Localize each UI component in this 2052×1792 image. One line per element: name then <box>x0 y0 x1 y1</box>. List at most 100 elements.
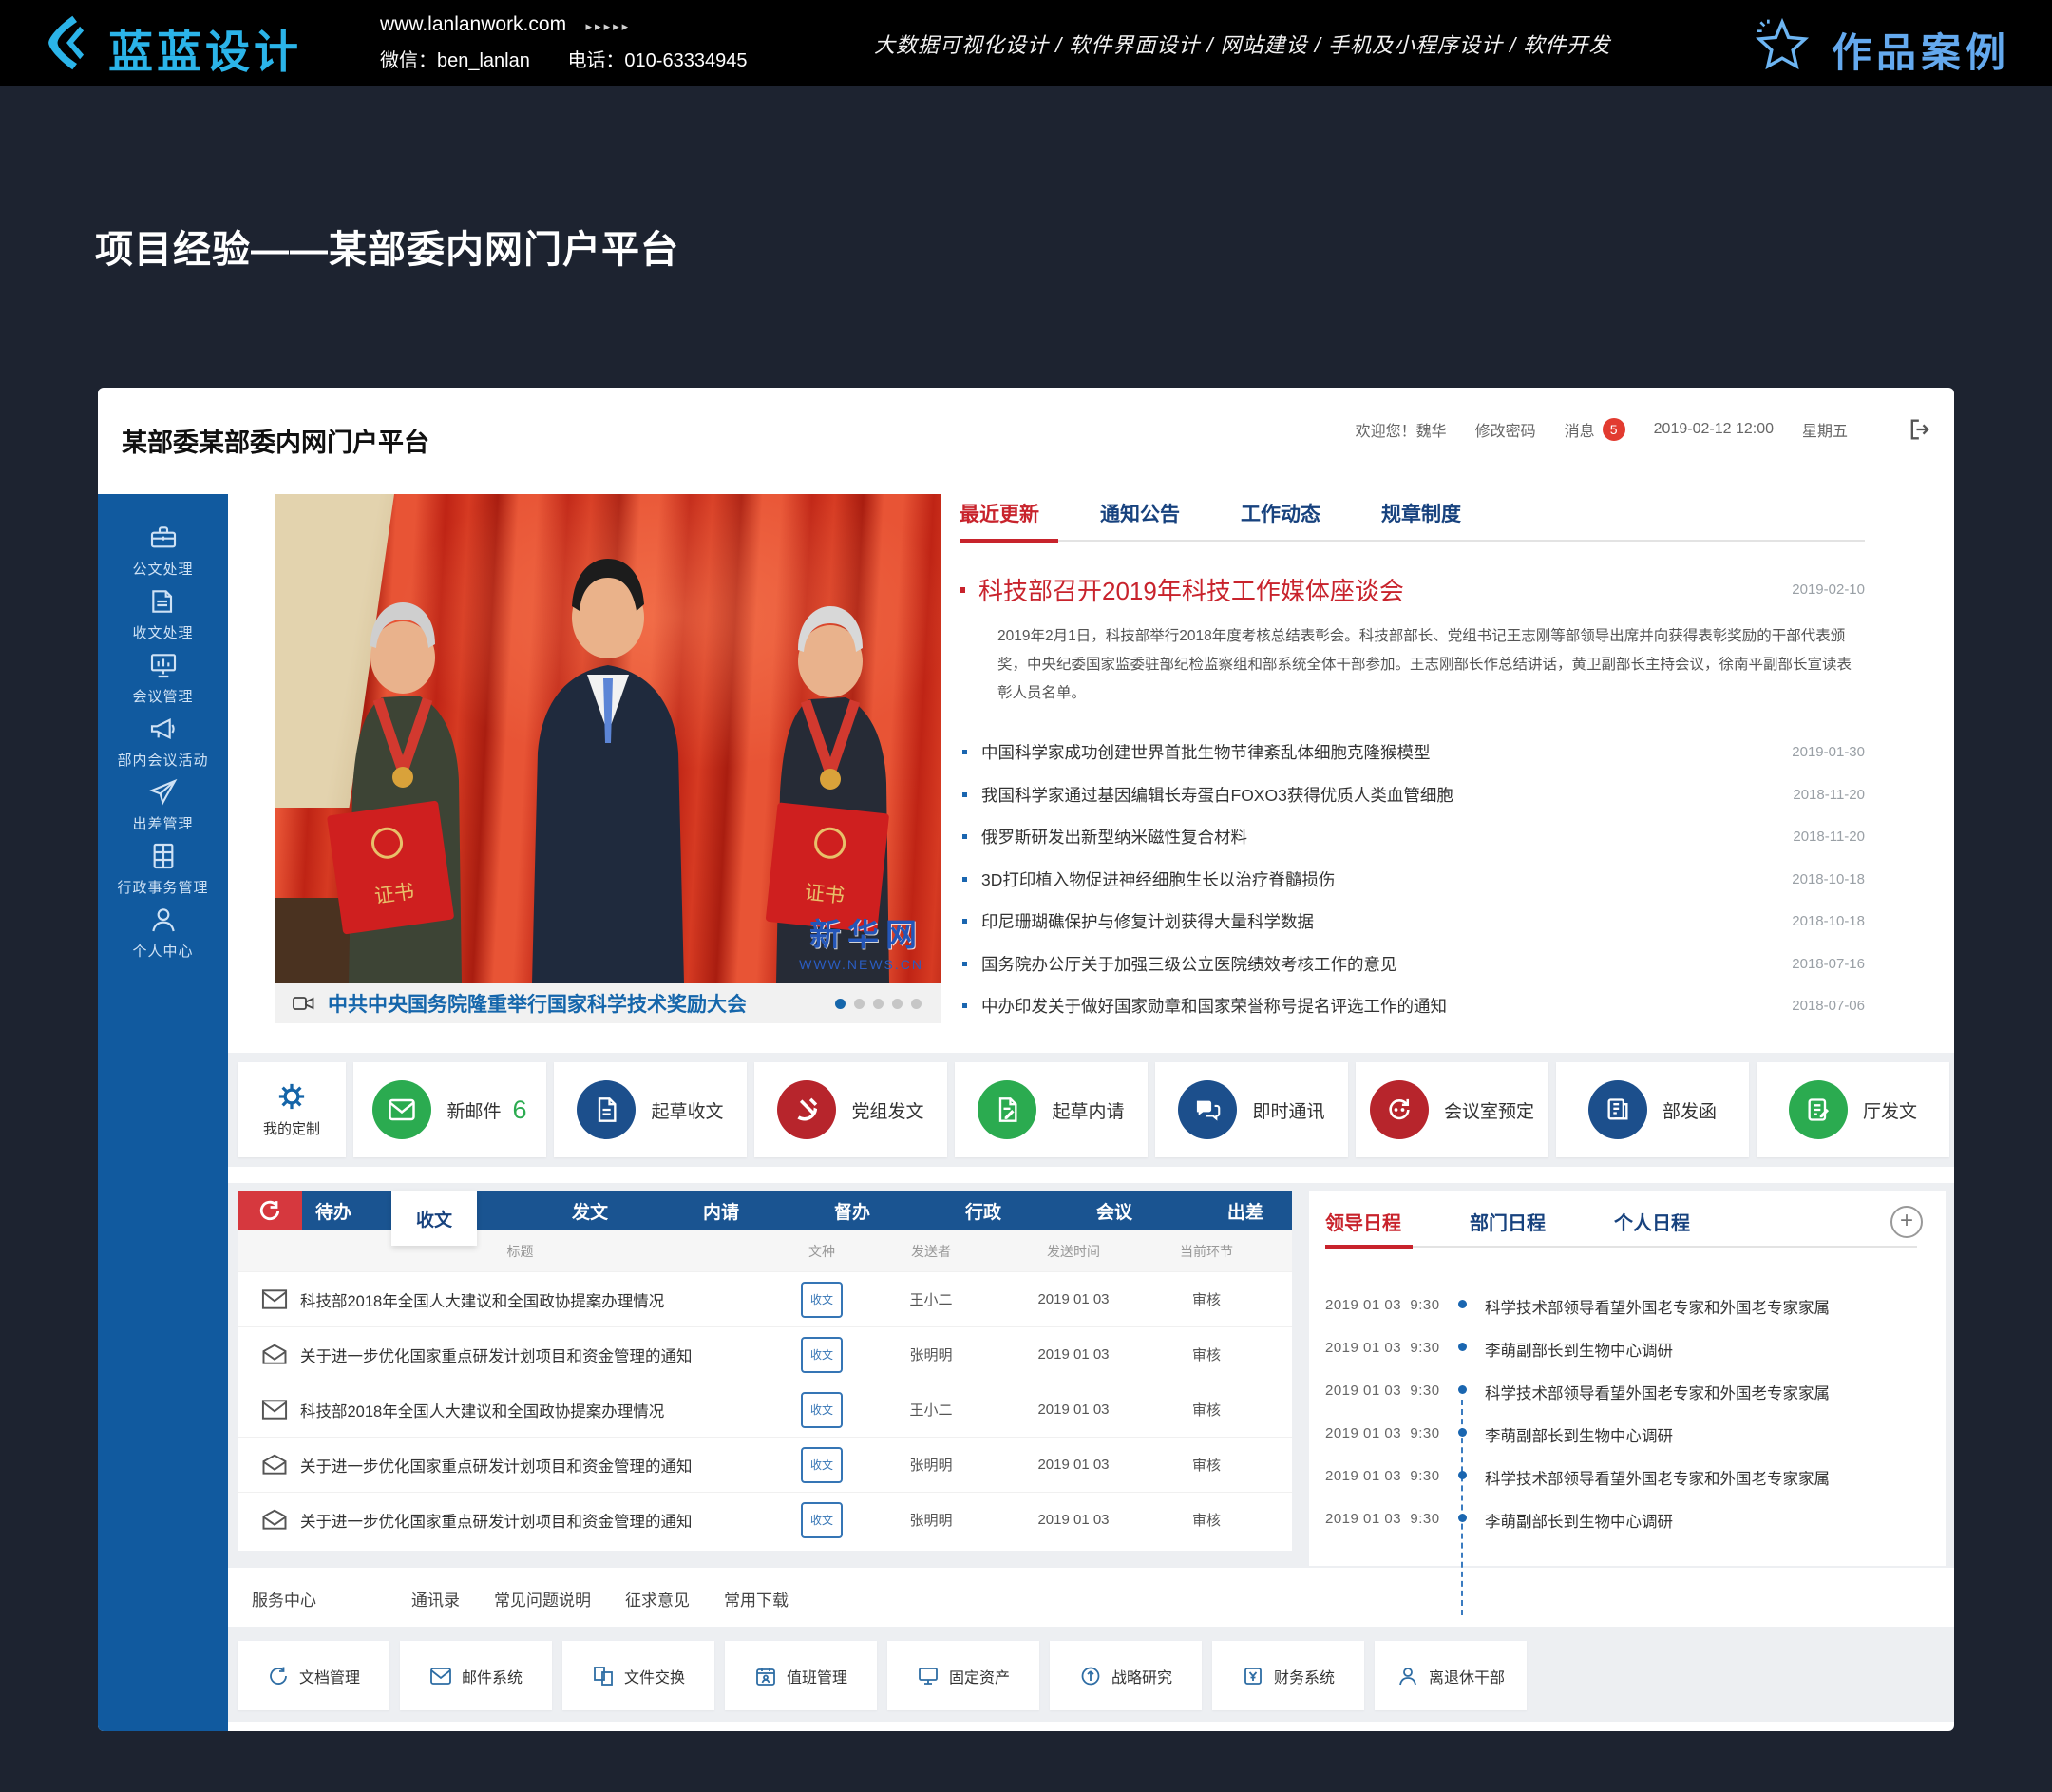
tab-department-schedule[interactable]: 部门日程 <box>1470 1208 1546 1235</box>
site-url[interactable]: www.lanlanwork.com <box>380 13 566 35</box>
tab-internal[interactable]: 内请 <box>703 1198 739 1224</box>
red-bullet <box>960 587 965 593</box>
news-item-title[interactable]: 3D打印植入物促进神经细胞生长以治疗脊髓损伤 <box>981 867 1792 891</box>
shortcut-instant-messaging[interactable]: 即时通讯 <box>1155 1062 1348 1157</box>
news-item[interactable]: 国务院办公厅关于加强三级公立医院绩效考核工作的意见 2018-07-16 <box>960 943 1865 985</box>
news-carousel[interactable]: 证书 证书 新华网 <box>276 494 940 1023</box>
megaphone-icon <box>98 714 228 744</box>
sidebar-item-official-docs[interactable]: 公文处理 <box>98 523 228 579</box>
schedule-item[interactable]: 2019 01 03 9:30 科学技术部领导看望外国老专家和外国老专家家属 <box>1325 1457 1927 1499</box>
table-row[interactable]: 关于进一步优化国家重点研发计划项目和资金管理的通知 收文 张明明 2019 01… <box>238 1437 1292 1492</box>
tab-notices[interactable]: 通知公告 <box>1100 499 1180 527</box>
col-current-step: 当前环节 <box>1150 1242 1264 1261</box>
news-item[interactable]: 印尼珊瑚礁保护与修复计划获得大量科学数据 2018-10-18 <box>960 901 1865 944</box>
tab-rules[interactable]: 规章制度 <box>1381 499 1461 527</box>
news-item[interactable]: 我国科学家通过基因编辑长寿蛋白FOXO3获得优质人类血管细胞 2018-11-2… <box>960 773 1865 816</box>
news-item[interactable]: 中国科学家成功创建世界首批生物节律紊乱体细胞克隆猴模型 2019-01-30 <box>960 732 1865 774</box>
news-item-title[interactable]: 我国科学家通过基因编辑长寿蛋白FOXO3获得优质人类血管细胞 <box>981 783 1793 807</box>
shortcut-ministry-letter[interactable]: 部发函 <box>1556 1062 1749 1157</box>
schedule-item[interactable]: 2019 01 03 9:30 李萌副部长到生物中心调研 <box>1325 1499 1927 1542</box>
tab-todo[interactable]: 待办 <box>315 1198 352 1224</box>
page-title: 项目经验——某部委内网门户平台 <box>95 219 679 274</box>
carousel-dot[interactable] <box>911 999 922 1009</box>
shortcut-meeting-room[interactable]: 会议室预定 <box>1356 1062 1548 1157</box>
portal-topbar: 欢迎您！魏华 修改密码 消息 5 2019-02-12 12:00 星期五 <box>1327 416 1933 443</box>
news-item[interactable]: 中办印发关于做好国家勋章和国家荣誉称号提名评选工作的通知 2018-07-06 <box>960 985 1865 1028</box>
app-duty-mgmt[interactable]: 值班管理 <box>725 1641 877 1710</box>
carousel-caption[interactable]: 中共中央国务院隆重举行国家科学技术奖励大会 <box>328 989 835 1018</box>
shortcut-party-docs[interactable]: 党组发文 <box>754 1062 947 1157</box>
tab-outgoing[interactable]: 发文 <box>572 1198 608 1224</box>
app-fixed-assets[interactable]: 固定资产 <box>887 1641 1039 1710</box>
news-item[interactable]: 俄罗斯研发出新型纳米磁性复合材料 2018-11-20 <box>960 816 1865 859</box>
news-item[interactable]: 3D打印植入物促进神经细胞生长以治疗脊髓损伤 2018-10-18 <box>960 858 1865 901</box>
app-strategy-research[interactable]: 战略研究 <box>1050 1641 1202 1710</box>
change-password-link[interactable]: 修改密码 <box>1475 418 1536 441</box>
carousel-dot[interactable] <box>835 999 846 1009</box>
tab-admin[interactable]: 行政 <box>965 1198 1001 1224</box>
app-retired-cadres[interactable]: 离退休干部 <box>1375 1641 1527 1710</box>
messages-link[interactable]: 消息 5 <box>1565 418 1625 441</box>
sidebar-item-meeting-mgmt[interactable]: 会议管理 <box>98 650 228 706</box>
tab-personal-schedule[interactable]: 个人日程 <box>1614 1208 1690 1235</box>
news-headline[interactable]: 科技部召开2019年科技工作媒体座谈会 2019-02-10 <box>960 572 1865 607</box>
news-item-title[interactable]: 中办印发关于做好国家勋章和国家荣誉称号提名评选工作的通知 <box>981 994 1792 1018</box>
tab-work-dynamics[interactable]: 工作动态 <box>1241 499 1320 527</box>
shortcut-label: 厅发文 <box>1863 1097 1917 1123</box>
shortcut-my-customization[interactable]: 我的定制 <box>238 1062 346 1157</box>
table-row[interactable]: 科技部2018年全国人大建议和全国政协提案办理情况 收文 王小二 2019 01… <box>238 1271 1292 1326</box>
tab-meeting[interactable]: 会议 <box>1096 1198 1132 1224</box>
table-row[interactable]: 关于进一步优化国家重点研发计划项目和资金管理的通知 收文 张明明 2019 01… <box>238 1492 1292 1547</box>
link-downloads[interactable]: 常用下载 <box>724 1587 788 1611</box>
tab-incoming[interactable]: 收文 <box>391 1191 477 1246</box>
schedule-time: 9:30 <box>1410 1468 1439 1484</box>
portal-screenshot-panel: 某部委某部委内网门户平台 欢迎您！魏华 修改密码 消息 5 2019-02-12… <box>98 388 1954 1731</box>
portfolio-label[interactable]: 作品案例 <box>1832 21 2010 79</box>
app-file-exchange[interactable]: 文件交换 <box>562 1641 714 1710</box>
shortcut-office-docs[interactable]: 厅发文 <box>1757 1062 1949 1157</box>
headline-title[interactable]: 科技部召开2019年科技工作媒体座谈会 <box>978 572 1792 607</box>
schedule-date: 2019 01 03 <box>1325 1297 1401 1313</box>
shortcut-label: 部发函 <box>1662 1097 1717 1123</box>
link-feedback[interactable]: 征求意见 <box>625 1587 690 1611</box>
schedule-item[interactable]: 2019 01 03 9:30 李萌副部长到生物中心调研 <box>1325 1414 1927 1457</box>
messages-label: 消息 <box>1565 418 1595 441</box>
shortcut-new-mail[interactable]: 新邮件 6 <box>353 1062 546 1157</box>
schedule-item[interactable]: 2019 01 03 9:30 李萌副部长到生物中心调研 <box>1325 1328 1927 1371</box>
table-row[interactable]: 关于进一步优化国家重点研发计划项目和资金管理的通知 收文 张明明 2019 01… <box>238 1326 1292 1382</box>
app-mail-system[interactable]: 邮件系统 <box>400 1641 552 1710</box>
schedule-item[interactable]: 2019 01 03 9:30 科学技术部领导看望外国老专家和外国老专家家属 <box>1325 1286 1927 1328</box>
sidebar-item-travel[interactable]: 出差管理 <box>98 777 228 833</box>
presentation-icon <box>98 650 228 680</box>
tab-supervision[interactable]: 督办 <box>834 1198 870 1224</box>
row-step: 审核 <box>1150 1344 1264 1364</box>
carousel-dot[interactable] <box>854 999 864 1009</box>
app-finance-system[interactable]: 财务系统 <box>1212 1641 1364 1710</box>
shortcut-draft-incoming[interactable]: 起草收文 <box>554 1062 747 1157</box>
link-contacts[interactable]: 通讯录 <box>411 1587 460 1611</box>
link-service-center[interactable]: 服务中心 <box>252 1587 316 1611</box>
news-item-title[interactable]: 印尼珊瑚礁保护与修复计划获得大量科学数据 <box>981 909 1792 933</box>
tab-travel[interactable]: 出差 <box>1227 1198 1264 1224</box>
tab-leader-schedule[interactable]: 领导日程 <box>1325 1208 1401 1235</box>
app-document-mgmt[interactable]: 文档管理 <box>238 1641 390 1710</box>
sidebar-item-personal-center[interactable]: 个人中心 <box>98 905 228 961</box>
tab-recent-updates[interactable]: 最近更新 <box>960 499 1039 527</box>
add-schedule-icon[interactable]: + <box>1890 1206 1923 1238</box>
link-faq[interactable]: 常见问题说明 <box>494 1587 591 1611</box>
sidebar-item-incoming-docs[interactable]: 收文处理 <box>98 586 228 642</box>
col-sender: 发送者 <box>864 1242 998 1261</box>
news-item-title[interactable]: 中国科学家成功创建世界首批生物节律紊乱体细胞克隆猴模型 <box>981 740 1792 764</box>
news-item-title[interactable]: 俄罗斯研发出新型纳米磁性复合材料 <box>981 825 1793 848</box>
chat-icon <box>1178 1080 1237 1139</box>
schedule-item[interactable]: 2019 01 03 9:30 科学技术部领导看望外国老专家和外国老专家家属 <box>1325 1371 1927 1414</box>
table-row[interactable]: 科技部2018年全国人大建议和全国政协提案办理情况 收文 王小二 2019 01… <box>238 1382 1292 1437</box>
carousel-dot[interactable] <box>873 999 884 1009</box>
plane-icon <box>98 777 228 808</box>
carousel-dot[interactable] <box>892 999 902 1009</box>
sidebar-item-admin-affairs[interactable]: 行政事务管理 <box>98 841 228 897</box>
shortcut-draft-internal[interactable]: 起草内请 <box>955 1062 1148 1157</box>
logout-icon[interactable] <box>1907 416 1933 443</box>
sidebar-item-internal-meetings[interactable]: 部内会议活动 <box>98 714 228 770</box>
news-item-title[interactable]: 国务院办公厅关于加强三级公立医院绩效考核工作的意见 <box>981 952 1792 976</box>
